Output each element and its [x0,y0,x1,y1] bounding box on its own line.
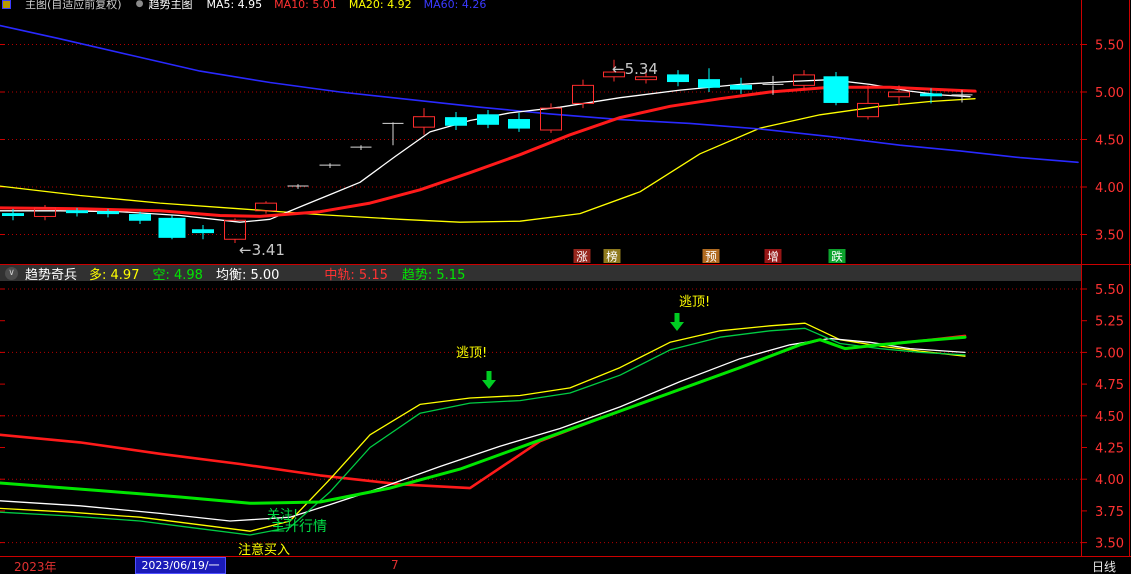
y-axis-label: 4.25 [1095,442,1124,457]
candle [66,210,88,214]
main-chart-legend: 主图(自适应前复权) ● 趋势主图 MA5: 4.95 MA10: 5.01 MA2… [0,0,1080,10]
chart-title: 主图(自适应前复权) [25,0,122,10]
candle [920,93,942,97]
candle [477,114,499,125]
candle [2,213,24,217]
candle [192,229,214,234]
ma-value: MA5: 4.95 [206,0,263,10]
kline-icon [2,0,11,9]
candle [224,219,246,240]
chart-canvas[interactable]: 5.50 5.00 4.50 4.00 3.50 ←5.34 ←3.41 涨 榜 预 增 跌 5.50 5… [0,0,1131,574]
candle [730,84,752,90]
candle [572,84,594,104]
indicator-value: 空: 4.98 [152,267,203,283]
signal-badge-label: 跌 [831,250,843,264]
chart-annotation: 注意买入 [238,542,290,558]
candle [97,211,119,215]
y-axis-label: 4.00 [1095,181,1124,196]
y-axis-label: 5.50 [1095,283,1124,298]
signal-badge-label: 预 [705,250,717,264]
ma-value: MA20: 4.92 [348,0,412,10]
ma-value: MA10: 5.01 [274,0,337,10]
y-axis-label: 3.50 [1095,229,1124,244]
ma-value: MA60: 4.26 [423,0,487,10]
axis-year-label: 2023年 [14,560,57,574]
candle [888,91,910,98]
candle [158,217,186,238]
y-axis-label: 5.00 [1095,346,1124,361]
indicator-dot-icon: ● [135,0,144,9]
y-axis-label: 4.50 [1095,410,1124,425]
series-ma-red [0,85,977,218]
candle [857,102,879,118]
indicator-values-right: 中轨: 5.15 趋势: 5.15 [324,264,479,283]
y-axis-label: 4.00 [1095,473,1124,488]
candle [129,214,151,221]
candle [445,117,467,126]
indicator-value: 趋势: 5.15 [401,267,466,283]
indicator-value: 中轨: 5.15 [324,267,388,283]
y-axis-label: 5.00 [1095,86,1124,101]
main-indicator-name[interactable]: 趋势主图 [148,0,192,10]
y-axis-label: 4.50 [1095,134,1124,149]
sub-indicator-bar: ∨ 趋势奇兵 多: 4.97 空: 4.98 均衡: 5.00 中轨: 5.15 趋势… [0,264,1081,283]
down-arrow-icon [670,313,684,331]
page-indicator: 7 [391,558,399,572]
chart-annotation: ←3.41 [239,241,285,259]
signal-badge-label: 榜 [606,250,618,264]
signal-badge-label: 涨 [576,250,588,264]
indicator-values-left: 多: 4.97 空: 4.98 均衡: 5.00 [89,264,292,283]
chart-annotation: 逃顶! [456,346,487,361]
indicator-value: 均衡: 5.00 [215,267,280,283]
candle [698,79,720,88]
stock-trading-app-window: 5.50 5.00 4.50 4.00 3.50 ←5.34 ←3.41 涨 榜 预 增 跌 5.50 5… [0,0,1131,574]
status-bar: 2023年 2023/06/19/一 7 日线 [0,557,1131,574]
series-ma-blue [0,24,1079,164]
y-axis-label: 4.75 [1095,378,1124,393]
ma-legend-values: MA5: 4.95 MA10: 5.01 MA20: 4.92 MA60: 4.26 [206,0,498,10]
y-axis-label: 5.50 [1095,39,1124,54]
y-axis-label: 3.50 [1095,537,1124,552]
y-axis-label: 5.25 [1095,315,1124,330]
y-axis-label: 3.75 [1095,505,1124,520]
chart-annotation: 逃顶! [679,295,710,310]
candle [667,74,689,83]
candle [540,107,562,131]
collapse-chevron-icon[interactable]: ∨ [5,266,18,280]
sub-indicator-name[interactable]: 趋势奇兵 [25,264,77,283]
chart-annotation: ←5.34 [612,60,658,78]
indicator-value: 多: 4.97 [89,267,140,283]
period-label[interactable]: 日线 [1092,558,1116,574]
signal-badge-label: 增 [767,250,779,264]
chart-annotation: 主升行情 [271,519,327,535]
candle [508,119,530,129]
selected-date-cell[interactable]: 2023/06/19/一 [135,557,226,574]
candle [823,76,849,103]
candle [413,116,435,128]
down-arrow-icon [482,371,496,389]
